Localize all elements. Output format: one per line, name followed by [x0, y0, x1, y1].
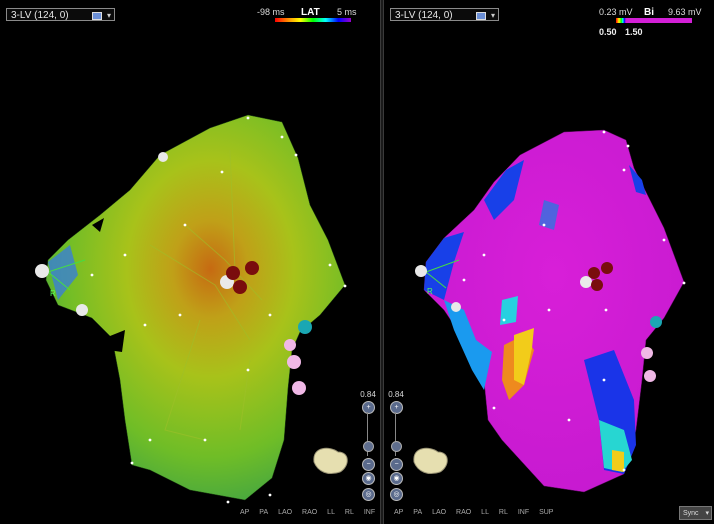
view-button-lao[interactable]: LAO: [278, 509, 292, 516]
view-button-rao[interactable]: RAO: [456, 509, 471, 516]
zoom-value-right: 0.84: [388, 390, 404, 399]
lat-map-surface: [45, 114, 346, 501]
sync-dropdown[interactable]: Sync ▾: [679, 506, 712, 520]
chevron-down-icon: ▾: [705, 510, 709, 517]
catheter-electrode[interactable]: [591, 279, 603, 291]
pink-tag[interactable]: [641, 347, 653, 359]
view-button-ll[interactable]: LL: [481, 509, 489, 516]
eye-icon[interactable]: ◉: [390, 472, 403, 485]
voltage-low-zone: [500, 296, 518, 325]
reference-tag[interactable]: [35, 264, 49, 278]
camera-icon[interactable]: ◎: [362, 488, 375, 501]
cyan-tag[interactable]: [298, 320, 312, 334]
view-orientation-bar: AP PA LAO RAO LL RL INF SUP: [240, 509, 380, 516]
orientation-label: R: [50, 289, 56, 298]
reference-tag[interactable]: [158, 152, 168, 162]
anatomy-thumbnail-icon[interactable]: [313, 447, 348, 475]
reference-tag[interactable]: [580, 276, 592, 288]
view-button-pa[interactable]: PA: [259, 509, 268, 516]
zoom-knob[interactable]: [391, 441, 402, 452]
catheter-electrode[interactable]: [233, 280, 247, 294]
view-button-rao[interactable]: RAO: [302, 509, 317, 516]
view-button-inf[interactable]: INF: [518, 509, 529, 516]
pink-tag[interactable]: [292, 381, 306, 395]
view-button-ap[interactable]: AP: [394, 509, 403, 516]
view-button-sup[interactable]: SUP: [539, 509, 553, 516]
voltage-low-zone: [612, 450, 624, 472]
reference-tag[interactable]: [451, 302, 461, 312]
catheter-electrode[interactable]: [245, 261, 259, 275]
view-button-ap[interactable]: AP: [240, 509, 249, 516]
lat-anatomy-shell[interactable]: [0, 0, 380, 524]
zoom-in-button[interactable]: +: [390, 401, 403, 414]
zoom-slider-right[interactable]: 0.84 + − ◉ ◎: [388, 390, 404, 502]
anatomy-thumbnail-icon[interactable]: [413, 447, 448, 475]
sync-label: Sync: [683, 510, 699, 517]
eye-icon[interactable]: ◉: [362, 472, 375, 485]
lat-map-view[interactable]: 3-LV (124, 0) ▾ -98 ms LAT 5 ms R 0.84 +…: [0, 0, 380, 524]
catheter-electrode[interactable]: [601, 262, 613, 274]
zoom-slider-left[interactable]: 0.84 + − ◉ ◎: [360, 390, 376, 502]
view-button-pa[interactable]: PA: [413, 509, 422, 516]
voltage-anatomy-shell[interactable]: [384, 0, 714, 524]
pink-tag[interactable]: [287, 355, 301, 369]
zoom-out-button[interactable]: −: [390, 458, 403, 471]
catheter-electrode[interactable]: [226, 266, 240, 280]
pink-tag[interactable]: [284, 339, 296, 351]
zoom-knob[interactable]: [363, 441, 374, 452]
cyan-tag[interactable]: [650, 316, 662, 328]
reference-tag[interactable]: [76, 304, 88, 316]
view-button-ll[interactable]: LL: [327, 509, 335, 516]
zoom-value-left: 0.84: [360, 390, 376, 399]
voltage-map-view[interactable]: 3-LV (124, 0) ▾ 0.23 mV Bi 9.63 mV 0.50 …: [384, 0, 714, 524]
view-orientation-bar: AP PA LAO RAO LL RL INF SUP: [394, 509, 561, 516]
view-button-lao[interactable]: LAO: [432, 509, 446, 516]
zoom-out-button[interactable]: −: [362, 458, 375, 471]
zoom-in-button[interactable]: +: [362, 401, 375, 414]
reference-tag[interactable]: [415, 265, 427, 277]
camera-icon[interactable]: ◎: [390, 488, 403, 501]
orientation-label: R: [427, 287, 433, 296]
view-button-rl[interactable]: RL: [345, 509, 354, 516]
pink-tag[interactable]: [644, 370, 656, 382]
view-button-inf[interactable]: INF: [364, 509, 375, 516]
view-button-rl[interactable]: RL: [499, 509, 508, 516]
catheter-electrode[interactable]: [588, 267, 600, 279]
